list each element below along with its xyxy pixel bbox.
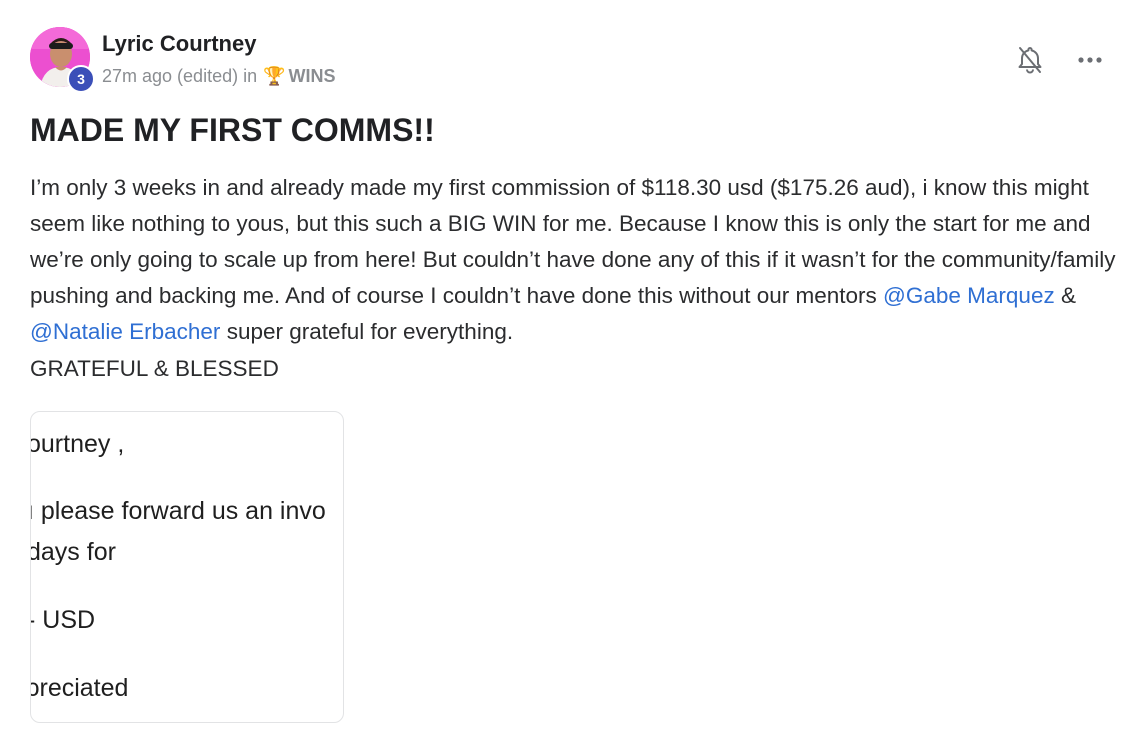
attachment-image[interactable]: ourtney , ı please forward us an invo da… [30, 411, 344, 723]
attachment-text-line: ourtney , [30, 430, 125, 458]
body-text-between: & [1054, 283, 1076, 308]
post-meta: 27m ago (edited) in 🏆 WINS [102, 66, 336, 87]
notifications-toggle-button[interactable] [1012, 42, 1048, 78]
post-body-closing: GRATEFUL & BLESSED [30, 356, 279, 381]
attachment-text-line: ı please forward us an invo [30, 497, 326, 525]
mention-gabe-marquez[interactable]: @Gabe Marquez [883, 283, 1055, 308]
trophy-icon: 🏆 [263, 66, 286, 86]
attachment-text-line: - USD [30, 606, 96, 634]
attachment-text-line: ɔreciated [30, 674, 129, 702]
mention-natalie-erbacher[interactable]: @Natalie Erbacher [30, 319, 220, 344]
post-actions [1012, 42, 1108, 78]
author-name[interactable]: Lyric Courtney [102, 31, 256, 57]
body-text-after: super grateful for everything. [220, 319, 514, 344]
meta-in-label: in [243, 66, 258, 86]
more-options-button[interactable] [1072, 42, 1108, 78]
post-timestamp[interactable]: 27m ago (edited) [102, 66, 238, 87]
bell-off-icon [1018, 47, 1042, 74]
author-avatar[interactable]: 3 [30, 27, 95, 93]
post-body: I’m only 3 weeks in and already made my … [30, 170, 1120, 350]
category-link[interactable]: WINS [289, 66, 336, 87]
post-title: MADE MY FIRST COMMS!! [30, 112, 435, 148]
post-card: 3 Lyric Courtney 27m ago (edited) in 🏆 W… [0, 0, 1138, 744]
attachment-text-line: days for [30, 538, 116, 566]
level-badge: 3 [67, 65, 95, 93]
more-horizontal-icon [1078, 57, 1102, 63]
